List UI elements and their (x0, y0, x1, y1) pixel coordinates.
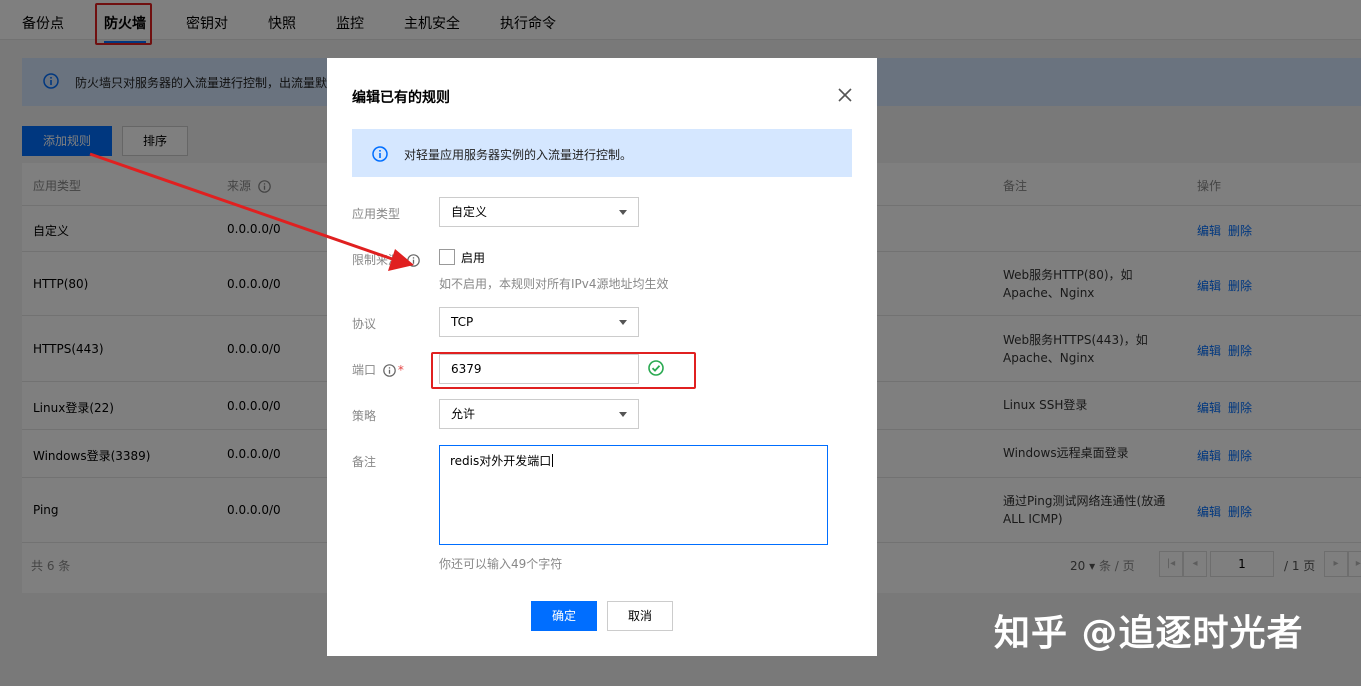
chevron-down-icon (619, 320, 627, 325)
confirm-button[interactable]: 确定 (531, 601, 597, 631)
dialog-notice-text: 对轻量应用服务器实例的入流量进行控制。 (404, 148, 633, 162)
policy-label: 策略 (352, 409, 377, 423)
note-textarea[interactable]: redis对外开发端口 (439, 445, 828, 545)
port-label: 端口 * (352, 363, 404, 377)
required-marker: * (397, 363, 404, 377)
cancel-button[interactable]: 取消 (607, 601, 673, 631)
text-caret (552, 454, 554, 467)
dialog-title: 编辑已有的规则 (352, 90, 450, 106)
protocol-label: 协议 (352, 317, 377, 331)
limit-source-checkbox-label[interactable]: 启用 (461, 249, 485, 266)
app-type-label: 应用类型 (352, 207, 401, 221)
note-label: 备注 (352, 455, 377, 469)
watermark-text: 知乎 @追逐时光者 (994, 613, 1304, 654)
limit-source-label: 限制来源 (352, 251, 420, 268)
protocol-select[interactable]: TCP (439, 307, 639, 337)
dialog-notice: 对轻量应用服务器实例的入流量进行控制。 (352, 129, 852, 177)
chevron-down-icon (619, 412, 627, 417)
info-icon[interactable] (407, 254, 420, 267)
close-icon[interactable] (836, 86, 854, 104)
edit-rule-dialog: 编辑已有的规则 对轻量应用服务器实例的入流量进行控制。 应用类型 自定义 限制来… (327, 58, 877, 656)
info-icon[interactable] (383, 364, 396, 377)
chevron-down-icon (619, 210, 627, 215)
limit-source-hint: 如不启用，本规则对所有IPv4源地址均生效 (439, 277, 669, 291)
note-char-hint: 你还可以输入49个字符 (439, 557, 563, 571)
limit-source-checkbox[interactable] (439, 249, 455, 265)
info-icon (372, 146, 388, 162)
annotation-box-port (431, 352, 696, 389)
note-value: redis对外开发端口 (450, 454, 552, 468)
policy-select[interactable]: 允许 (439, 399, 639, 429)
app-type-select[interactable]: 自定义 (439, 197, 639, 227)
